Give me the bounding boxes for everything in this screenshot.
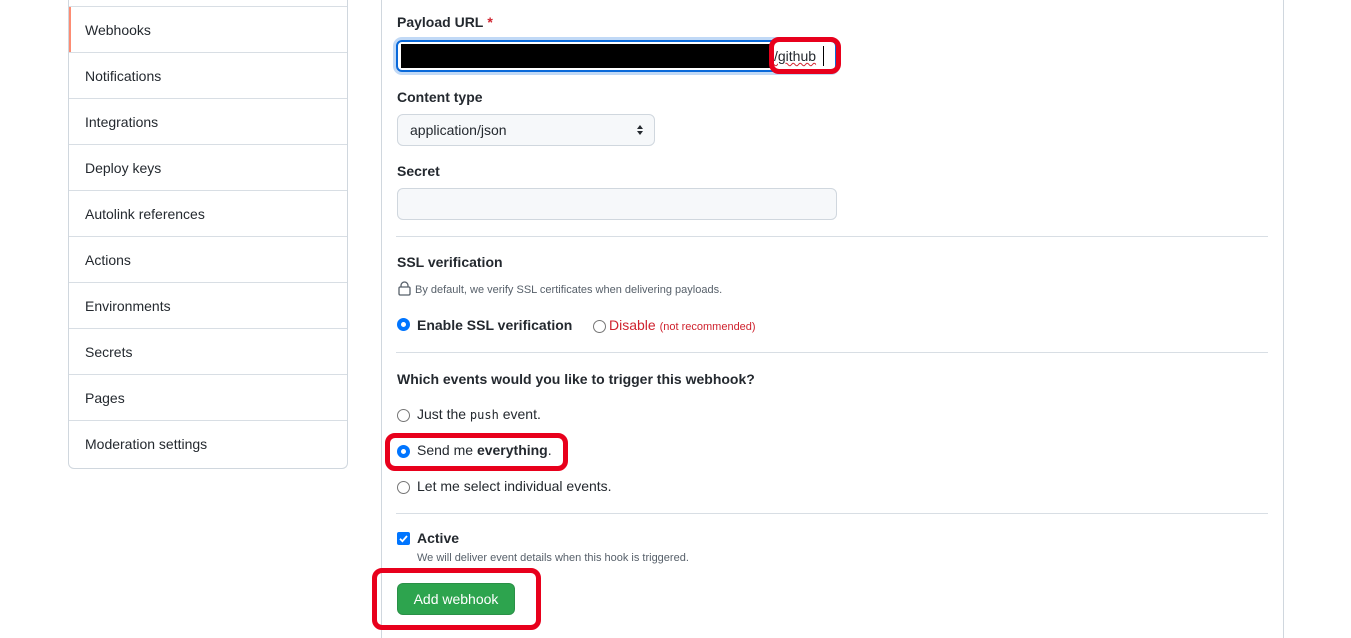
active-label: Active [417,530,460,546]
everything-bold: everything [476,442,548,458]
push-suffix: event. [498,406,541,422]
sidebar-item-label: Deploy keys [85,159,162,176]
ssl-enable-radio[interactable] [397,318,410,331]
sidebar-item-label: Actions [85,251,131,268]
events-push-label: Just the push event. [417,406,541,422]
ssl-disable-label: Disable (not recommended) [609,317,756,333]
redacted-url-block [401,44,773,68]
sidebar-item-label: Integrations [85,113,159,130]
payload-url-input[interactable]: /github [396,40,837,72]
sidebar-item-label: Environments [85,297,171,314]
events-individual-label: Let me select individual events. [417,478,612,494]
payload-url-label-text: Payload URL [397,14,484,30]
secret-label: Secret [397,163,440,179]
sidebar-item-autolink-references[interactable]: Autolink references [69,190,347,236]
sidebar-item-webhooks[interactable]: Webhooks [69,6,347,52]
sidebar-item-secrets[interactable]: Secrets [69,328,347,374]
ssl-disable-radio[interactable] [593,320,606,333]
active-note: We will deliver event details when this … [417,552,689,564]
text-caret [823,46,824,66]
lock-icon [398,281,411,296]
ssl-enable-label: Enable SSL verification [417,317,573,333]
content-type-label: Content type [397,89,483,105]
sidebar-item-environments[interactable]: Environments [69,282,347,328]
ssl-verification-label: SSL verification [397,254,503,270]
events-everything-label: Send me everything. [417,442,552,458]
payload-url-label: Payload URL * [397,14,493,30]
divider [396,352,1268,353]
ssl-disable-note: (not recommended) [659,321,756,333]
sidebar-item-pages[interactable]: Pages [69,374,347,420]
content-type-selected: application/json [410,122,507,138]
sidebar-item-label: Notifications [85,67,162,84]
everything-suffix: . [547,442,552,458]
ssl-disable-text: Disable [609,317,656,333]
ssl-note: By default, we verify SSL certificates w… [415,284,723,296]
push-prefix: Just the [417,406,470,422]
sidebar-item-label: Secrets [85,343,133,360]
content-type-select[interactable]: application/json [397,114,655,146]
sidebar-item-moderation-settings[interactable]: Moderation settings [69,420,347,466]
events-question: Which events would you like to trigger t… [397,371,755,387]
sidebar-item-label: Autolink references [85,205,205,222]
sidebar-item-notifications[interactable]: Notifications [69,52,347,98]
add-webhook-button[interactable]: Add webhook [397,583,515,615]
secret-input[interactable] [397,188,837,220]
sidebar-item-deploy-keys[interactable]: Deploy keys [69,144,347,190]
sidebar-item-integrations[interactable]: Integrations [69,98,347,144]
select-arrows-icon [637,125,643,135]
sidebar-item-label: Pages [85,389,125,406]
settings-sidebar: Webhooks Notifications Integrations Depl… [68,0,348,469]
events-everything-radio[interactable] [397,445,410,458]
events-individual-radio[interactable] [397,481,410,494]
required-mark: * [487,14,493,30]
push-code: push [469,408,499,422]
events-push-radio[interactable] [397,409,410,422]
sidebar-item-label: Webhooks [85,21,151,38]
divider [396,513,1268,514]
payload-url-value: /github [774,48,817,64]
everything-prefix: Send me [417,442,477,458]
sidebar-item-actions[interactable]: Actions [69,236,347,282]
active-checkbox[interactable] [397,532,410,545]
divider [396,236,1268,237]
sidebar-item-label: Moderation settings [85,435,208,452]
checkmark-icon [399,535,408,543]
